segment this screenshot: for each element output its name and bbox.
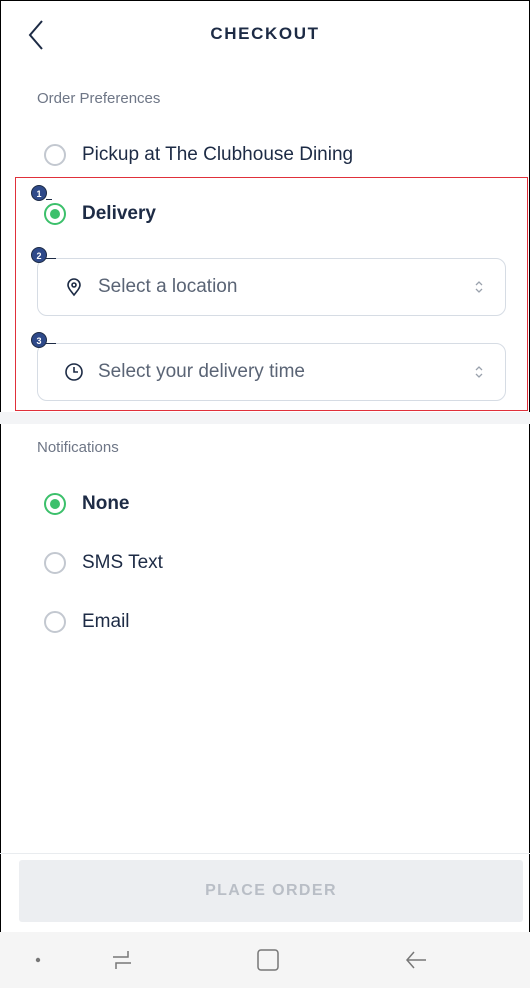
page-title: CHECKOUT bbox=[210, 24, 320, 43]
nav-dot-button[interactable] bbox=[24, 946, 52, 974]
location-pin-icon bbox=[67, 278, 81, 297]
recent-apps-icon bbox=[113, 951, 131, 969]
updown-chevron-icon bbox=[475, 366, 483, 378]
annotation-badge-3: 3 bbox=[31, 332, 47, 348]
notify-none-radio[interactable] bbox=[44, 493, 66, 515]
home-square-icon bbox=[257, 949, 279, 971]
annotation-badge-2: 2 bbox=[31, 247, 47, 263]
header: CHECKOUT bbox=[0, 0, 530, 68]
delivery-time-select-placeholder: Select your delivery time bbox=[98, 361, 305, 382]
notify-sms-option[interactable]: SMS Text bbox=[44, 546, 163, 580]
back-arrow-icon bbox=[406, 951, 426, 969]
pickup-option[interactable]: Pickup at The Clubhouse Dining bbox=[44, 138, 353, 172]
footer-divider bbox=[0, 853, 530, 854]
notify-none-option[interactable]: None bbox=[44, 487, 130, 521]
pickup-radio[interactable] bbox=[44, 144, 66, 166]
annotation-badge-tick bbox=[46, 343, 56, 344]
notify-sms-radio[interactable] bbox=[44, 552, 66, 574]
order-preferences-label: Order Preferences bbox=[37, 90, 161, 107]
section-divider bbox=[0, 412, 530, 424]
nav-back-button[interactable] bbox=[402, 946, 430, 974]
annotation-badge-1: 1 bbox=[31, 185, 47, 201]
place-order-button[interactable]: PLACE ORDER bbox=[19, 860, 523, 922]
annotation-badge-tick bbox=[46, 199, 52, 200]
annotation-badge-tick bbox=[46, 258, 56, 259]
delivery-radio[interactable] bbox=[44, 203, 66, 225]
nav-recents-button[interactable] bbox=[108, 946, 136, 974]
notifications-label: Notifications bbox=[37, 439, 119, 456]
delivery-option-label: Delivery bbox=[82, 203, 156, 224]
clock-icon bbox=[65, 363, 83, 381]
notify-sms-label: SMS Text bbox=[82, 552, 163, 573]
notify-none-label: None bbox=[82, 493, 130, 514]
delivery-time-select[interactable]: Select your delivery time bbox=[37, 343, 506, 401]
location-select[interactable]: Select a location bbox=[37, 258, 506, 316]
nav-home-button[interactable] bbox=[254, 946, 282, 974]
pickup-option-label: Pickup at The Clubhouse Dining bbox=[82, 144, 354, 165]
updown-chevron-icon bbox=[475, 281, 483, 293]
delivery-option[interactable]: Delivery bbox=[44, 197, 156, 231]
location-select-placeholder: Select a location bbox=[98, 276, 238, 297]
notify-email-label: Email bbox=[82, 611, 130, 632]
notify-email-radio[interactable] bbox=[44, 611, 66, 633]
notify-email-option[interactable]: Email bbox=[44, 605, 130, 639]
system-nav-bar bbox=[0, 932, 530, 988]
dot-icon bbox=[35, 957, 41, 963]
